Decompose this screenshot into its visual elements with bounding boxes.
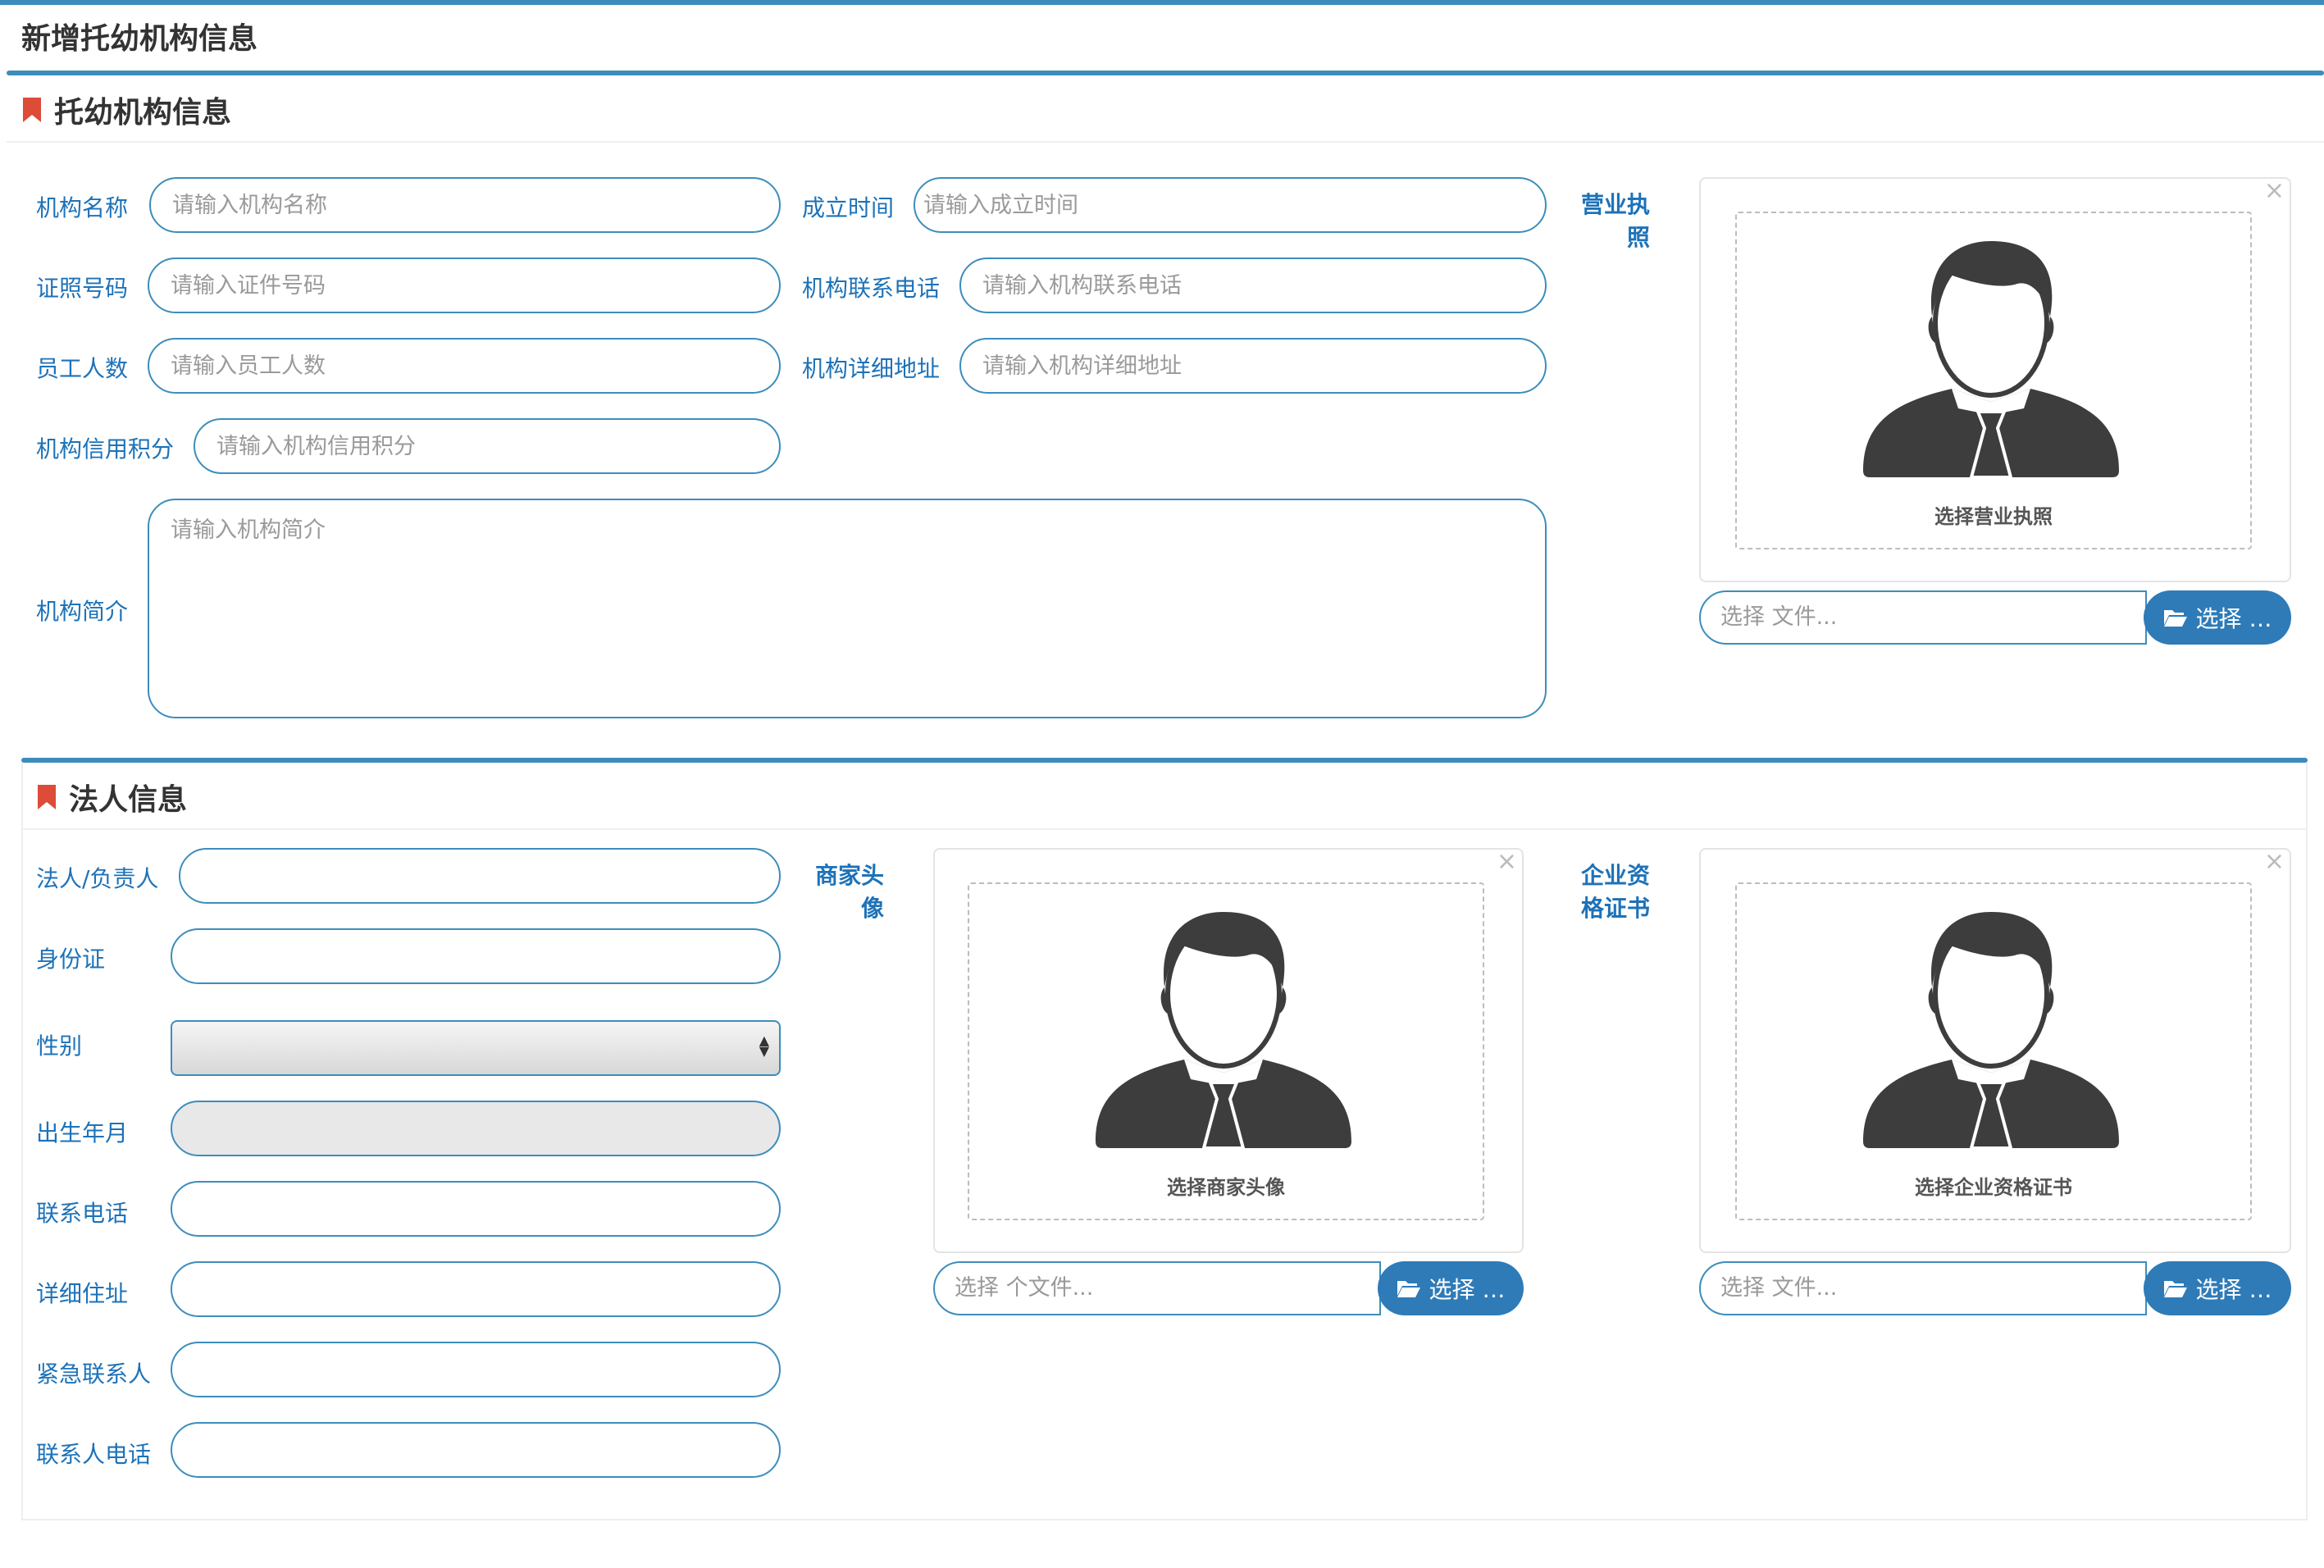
avatar-file-input[interactable]: 选择 个文件...: [933, 1261, 1381, 1315]
label-avatar-line1: 商家头: [814, 862, 884, 889]
birth-input[interactable]: [171, 1101, 781, 1156]
emergency-phone-input[interactable]: [171, 1422, 781, 1478]
avatar-select-label: 选择 …: [1429, 1276, 1506, 1303]
cert-select-button[interactable]: 选择 …: [2144, 1261, 2291, 1315]
person-avatar-icon: [1863, 241, 2119, 479]
label-staff: 员工人数: [36, 355, 129, 382]
label-avatar-upload: 商家头 像: [792, 859, 884, 925]
license-select-button[interactable]: 选择 …: [2144, 590, 2291, 645]
label-license-line1: 营业执: [1580, 191, 1650, 218]
cert-drop-area[interactable]: 选择企业资格证书: [1735, 882, 2252, 1220]
emergency-contact-input[interactable]: [171, 1342, 781, 1397]
top-accent-bar: [0, 0, 2324, 5]
legal-section-title: 法人信息: [38, 776, 187, 818]
org-section-title-text: 托幼机构信息: [54, 96, 232, 130]
avatar-remove-icon[interactable]: ×: [1497, 850, 1517, 874]
page-title: 新增托幼机构信息: [21, 22, 258, 56]
id-card-input[interactable]: [171, 928, 781, 984]
avatar-select-button[interactable]: 选择 …: [1378, 1261, 1524, 1315]
label-legal-person: 法人/负责人: [36, 865, 159, 892]
label-org-phone: 机构联系电话: [802, 275, 941, 302]
cert-remove-icon[interactable]: ×: [2264, 850, 2285, 874]
label-contact-phone: 联系电话: [36, 1200, 129, 1227]
select-arrows-icon: ▲ ▼: [759, 1032, 769, 1059]
label-avatar-line2: 像: [860, 895, 884, 922]
org-phone-input[interactable]: [959, 258, 1547, 313]
bookmark-icon: [38, 785, 56, 809]
gender-select[interactable]: ▲ ▼: [171, 1020, 781, 1076]
label-emergency-phone: 联系人电话: [36, 1441, 152, 1468]
section-rule: [23, 828, 2306, 830]
license-caption: 选择营业执照: [1934, 505, 2053, 528]
label-id-card: 身份证: [36, 946, 106, 973]
label-license-upload: 营业执 照: [1558, 189, 1650, 254]
org-name-input[interactable]: [149, 177, 781, 233]
avatar-caption: 选择商家头像: [1167, 1176, 1285, 1199]
label-birth: 出生年月: [36, 1119, 129, 1146]
license-file-input[interactable]: 选择 文件...: [1699, 590, 2147, 645]
legal-section-title-text: 法人信息: [69, 783, 188, 817]
label-license-no: 证照号码: [36, 275, 129, 302]
label-gender: 性别: [36, 1032, 83, 1060]
label-home-address: 详细住址: [36, 1280, 129, 1307]
home-address-input[interactable]: [171, 1261, 781, 1317]
header-divider: [7, 71, 2324, 75]
org-address-input[interactable]: [959, 338, 1547, 394]
cert-select-label: 选择 …: [2195, 1276, 2272, 1303]
label-license-line2: 照: [1626, 224, 1650, 251]
label-emergency-contact: 紧急联系人: [36, 1361, 152, 1388]
folder-open-icon: [2163, 610, 2187, 627]
label-org-name: 机构名称: [36, 194, 129, 221]
section-rule: [7, 141, 2324, 143]
folder-open-icon: [1397, 1281, 1420, 1297]
label-cert-upload: 企业资 格证书: [1558, 859, 1650, 925]
intro-textarea[interactable]: [148, 499, 1547, 718]
label-intro: 机构简介: [36, 598, 129, 625]
license-remove-icon[interactable]: ×: [2264, 179, 2285, 203]
cert-caption: 选择企业资格证书: [1915, 1176, 2072, 1199]
license-drop-area[interactable]: 选择营业执照: [1735, 212, 2252, 549]
folder-open-icon: [2163, 1281, 2187, 1297]
org-section-title: 托幼机构信息: [23, 89, 231, 131]
cert-file-input[interactable]: 选择 文件...: [1699, 1261, 2147, 1315]
license-select-label: 选择 …: [2195, 605, 2272, 632]
staff-input[interactable]: [148, 338, 781, 394]
license-no-input[interactable]: [148, 258, 781, 313]
avatar-preview-box: × 选择商家头像: [933, 848, 1524, 1253]
person-avatar-icon: [1863, 912, 2119, 1150]
label-established: 成立时间: [802, 194, 895, 221]
label-cert-line2: 格证书: [1580, 895, 1650, 922]
bookmark-icon: [23, 98, 41, 122]
label-credit: 机构信用积分: [36, 435, 175, 463]
established-input[interactable]: [914, 177, 1547, 233]
license-preview-box: × 选择营业执照: [1699, 177, 2291, 582]
avatar-drop-area[interactable]: 选择商家头像: [968, 882, 1484, 1220]
cert-preview-box: × 选择企业资格证书: [1699, 848, 2291, 1253]
label-org-address: 机构详细地址: [802, 355, 941, 382]
label-cert-line1: 企业资: [1580, 862, 1650, 889]
credit-input[interactable]: [194, 418, 781, 474]
contact-phone-input[interactable]: [171, 1181, 781, 1237]
page: 新增托幼机构信息 托幼机构信息 机构名称 成立时间 证照号码 机构联系电话 员工…: [0, 0, 2324, 1568]
person-avatar-icon: [1096, 912, 1351, 1150]
legal-person-input[interactable]: [179, 848, 781, 904]
